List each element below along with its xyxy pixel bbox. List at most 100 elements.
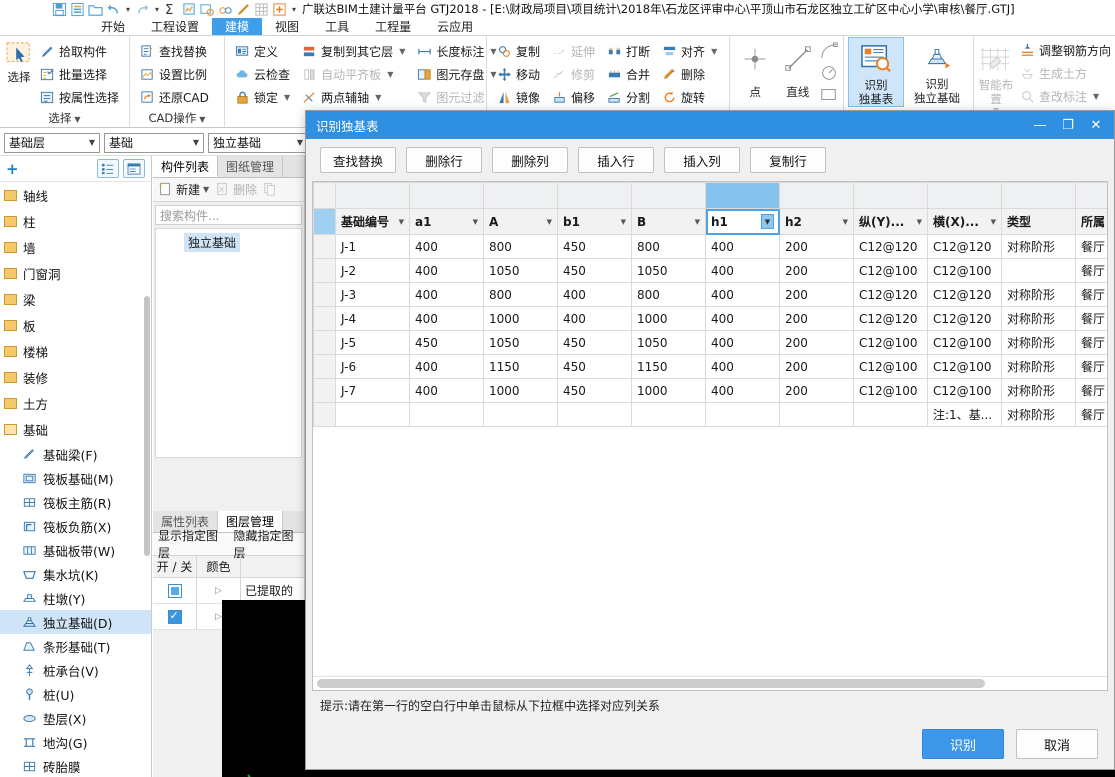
grid-icon[interactable] bbox=[254, 2, 269, 17]
tree-node-beam[interactable]: 梁 bbox=[0, 286, 151, 312]
cell-foundation-number[interactable]: J-6 bbox=[335, 354, 410, 379]
plus-box-icon[interactable] bbox=[272, 2, 287, 17]
recognize-table-button[interactable]: 识别 独基表 bbox=[848, 37, 904, 107]
row-header-cell[interactable] bbox=[313, 282, 336, 307]
column-header-foundation-number[interactable]: 基础编号 ▼ bbox=[335, 208, 410, 235]
cell-belongs-to[interactable]: 餐厅 bbox=[1075, 306, 1107, 331]
mapping-cell-4[interactable] bbox=[631, 182, 706, 209]
cell-belongs-to[interactable]: 餐厅 bbox=[1075, 234, 1107, 259]
tree-node-trench[interactable]: 地沟(G) bbox=[0, 730, 151, 754]
table-row[interactable]: J-5 450 1050 450 1050 400 200 C12@100 C1… bbox=[313, 330, 1107, 355]
tree-node-isolated-foundation[interactable]: 独立基础(D) bbox=[0, 610, 151, 634]
column-header-a1[interactable]: a1 ▼ bbox=[409, 208, 484, 235]
move-button[interactable]: 移动 bbox=[493, 63, 544, 85]
category-combo[interactable]: 基础 ▼ bbox=[104, 132, 204, 153]
column-header-h1-selected[interactable]: h1 ▼ bbox=[705, 208, 780, 235]
offset-button[interactable]: 偏移 bbox=[548, 86, 599, 108]
cell-h1[interactable]: 400 bbox=[705, 378, 780, 403]
mapping-cell-9[interactable] bbox=[1001, 182, 1076, 209]
row-header-cell[interactable] bbox=[313, 306, 336, 331]
qat-more-caret[interactable]: ▾ bbox=[292, 5, 296, 14]
ribbon-group-cad-label[interactable]: CAD操作 ▼ bbox=[130, 109, 224, 127]
set-scale-button[interactable]: 设置比例 bbox=[136, 63, 213, 85]
row-header-cell[interactable] bbox=[313, 402, 336, 427]
cell-A[interactable]: 1000 bbox=[483, 306, 558, 331]
cell-a1[interactable]: 400 bbox=[409, 282, 484, 307]
chevron-down-icon[interactable]: ▼ bbox=[399, 218, 404, 226]
cell-foundation-number[interactable]: J-2 bbox=[335, 258, 410, 283]
tree-node-sump-pit[interactable]: 集水坑(K) bbox=[0, 562, 151, 586]
cell-B[interactable] bbox=[631, 402, 706, 427]
tree-node-raft-negative-rebar[interactable]: 筏板负筋(X) bbox=[0, 514, 151, 538]
minimize-icon[interactable]: — bbox=[1026, 112, 1054, 138]
mapping-cell-0[interactable] bbox=[335, 182, 410, 209]
cell-horizontal-x[interactable]: C12@100 bbox=[927, 258, 1002, 283]
chevron-down-icon[interactable]: ▼ bbox=[621, 218, 626, 226]
cell-b1[interactable]: 400 bbox=[557, 306, 632, 331]
tree-node-axis[interactable]: 轴线 bbox=[0, 182, 151, 208]
tab-project-settings[interactable]: 工程设置 bbox=[138, 18, 212, 35]
cell-horizontal-x[interactable]: C12@120 bbox=[927, 282, 1002, 307]
copy-component-button[interactable] bbox=[263, 182, 278, 197]
check-icon[interactable] bbox=[200, 2, 215, 17]
add-node-button[interactable]: + bbox=[6, 160, 19, 178]
cell-h2[interactable]: 200 bbox=[779, 282, 854, 307]
column-header-B[interactable]: B ▼ bbox=[631, 208, 706, 235]
pick-component-button[interactable]: 拾取构件 bbox=[36, 40, 123, 62]
cell-B[interactable]: 1000 bbox=[631, 378, 706, 403]
maximize-icon[interactable]: ❐ bbox=[1054, 112, 1082, 138]
cancel-button[interactable]: 取消 bbox=[1016, 729, 1098, 759]
cell-foundation-number[interactable]: J-1 bbox=[335, 234, 410, 259]
cell-B[interactable]: 800 bbox=[631, 234, 706, 259]
insert-row-button[interactable]: 插入行 bbox=[578, 147, 655, 173]
measure-icon[interactable] bbox=[218, 2, 233, 17]
trim-button[interactable]: 修剪 bbox=[548, 63, 599, 85]
column-header-vertical-y[interactable]: 纵(Y)... ▼ bbox=[853, 208, 928, 235]
find-replace-button[interactable]: 查找替换 bbox=[136, 40, 213, 62]
cell-belongs-to[interactable]: 餐厅 bbox=[1075, 258, 1107, 283]
tab-cloud-apps[interactable]: 云应用 bbox=[424, 18, 486, 35]
cell-b1[interactable] bbox=[557, 402, 632, 427]
cell-B[interactable]: 1050 bbox=[631, 258, 706, 283]
cell-a1[interactable]: 450 bbox=[409, 330, 484, 355]
table-row[interactable]: 注:1、基... 对称阶形 餐厅 bbox=[313, 402, 1107, 427]
recognize-button[interactable]: 识别 bbox=[922, 729, 1004, 759]
tree-node-column-pier[interactable]: 柱墩(Y) bbox=[0, 586, 151, 610]
undo-dropdown-caret[interactable]: ▾ bbox=[126, 5, 130, 14]
generate-earthwork-button[interactable]: 生成土方 bbox=[1016, 62, 1115, 84]
tree-node-raft-main-rebar[interactable]: 筏板主筋(R) bbox=[0, 490, 151, 514]
chevron-down-icon[interactable]: ▼ bbox=[917, 218, 922, 226]
open-icon[interactable] bbox=[88, 2, 103, 17]
cell-h2[interactable]: 200 bbox=[779, 330, 854, 355]
cell-type[interactable] bbox=[1001, 258, 1076, 283]
cell-vertical-y[interactable]: C12@100 bbox=[853, 258, 928, 283]
mapping-cell-8[interactable] bbox=[927, 182, 1002, 209]
cell-b1[interactable]: 450 bbox=[557, 234, 632, 259]
check-edit-annotation-button[interactable]: 查改标注 ▼ bbox=[1016, 85, 1115, 107]
mapping-cell-3[interactable] bbox=[557, 182, 632, 209]
tree-node-wall[interactable]: 墙 bbox=[0, 234, 151, 260]
merge-button[interactable]: 合并 bbox=[603, 63, 654, 85]
cell-vertical-y[interactable]: C12@120 bbox=[853, 282, 928, 307]
cell-h1[interactable]: 400 bbox=[705, 234, 780, 259]
table-row[interactable]: J-3 400 800 400 800 400 200 C12@120 C12@… bbox=[313, 282, 1107, 307]
cell-h1[interactable]: 400 bbox=[705, 330, 780, 355]
tree-node-foundation-beam[interactable]: 基础梁(F) bbox=[0, 442, 151, 466]
navigation-scrollbar[interactable] bbox=[144, 296, 150, 556]
cell-a1[interactable]: 400 bbox=[409, 234, 484, 259]
cell-h2[interactable] bbox=[779, 402, 854, 427]
two-point-axis-button[interactable]: 两点辅轴 ▼ bbox=[298, 86, 409, 108]
cell-B[interactable]: 1000 bbox=[631, 306, 706, 331]
cell-type[interactable]: 对称阶形 bbox=[1001, 282, 1076, 307]
tree-node-earthwork[interactable]: 土方 bbox=[0, 390, 151, 416]
cell-a1[interactable] bbox=[409, 402, 484, 427]
close-icon[interactable]: ✕ bbox=[1082, 112, 1110, 138]
cell-type[interactable]: 对称阶形 bbox=[1001, 234, 1076, 259]
quick-access-toolbar[interactable]: ▾ ▾ Σ ▾ bbox=[0, 2, 298, 18]
row-header-cell[interactable] bbox=[313, 330, 336, 355]
cell-h2[interactable]: 200 bbox=[779, 354, 854, 379]
cell-horizontal-x[interactable]: C12@100 bbox=[927, 354, 1002, 379]
cell-type[interactable]: 对称阶形 bbox=[1001, 378, 1076, 403]
cell-h1[interactable]: 400 bbox=[705, 258, 780, 283]
mirror-button[interactable]: 镜像 bbox=[493, 86, 544, 108]
